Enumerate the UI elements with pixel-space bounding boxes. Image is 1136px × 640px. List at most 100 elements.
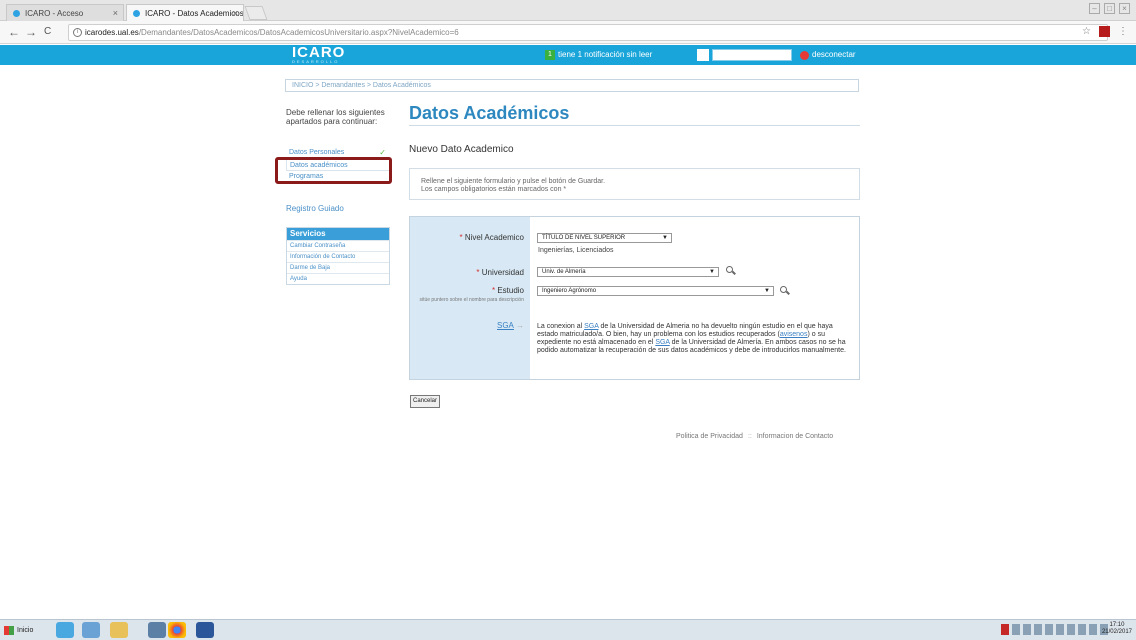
chevron-down-icon: ▼ (662, 235, 668, 241)
privacy-link[interactable]: Politica de Privacidad (676, 433, 743, 440)
tray-icon[interactable] (1045, 624, 1053, 635)
sga-inline-link[interactable]: SGA (655, 339, 669, 346)
site-header: ICARO DESARROLLO 1 tiene 1 notificación … (0, 45, 1136, 65)
tab-label: ICARO - Datos Academicos (145, 9, 244, 18)
toolbar-actions: ☆ ⋮ (1082, 26, 1128, 37)
windows-logo-icon (4, 626, 14, 635)
minimize-icon[interactable]: – (1089, 3, 1100, 14)
forward-icon[interactable]: → (25, 25, 37, 39)
estudio-hint: sitúe puntero sobre el nombre para descr… (419, 297, 524, 303)
user-name-box (697, 49, 792, 61)
section-subheading: Nuevo Dato Academico (409, 144, 514, 155)
estudio-value: Ingeniero Agrónomo (542, 288, 597, 294)
servicios-item-darme-de-baja[interactable]: Darme de Baja (287, 262, 389, 273)
url-path: /Demandantes/DatosAcademicos/DatosAcadem… (138, 28, 459, 37)
sga-inline-link[interactable]: SGA (584, 323, 598, 330)
chevron-down-icon: ▼ (709, 269, 715, 275)
extension-icon[interactable] (1099, 26, 1110, 37)
bookmark-star-icon[interactable]: ☆ (1082, 26, 1091, 37)
start-button[interactable]: Inicio (4, 623, 33, 638)
estudio-select[interactable]: Ingeniero Agrónomo ▼ (537, 286, 774, 296)
nivel-academico-select[interactable]: TÍTULO DE NIVEL SUPERIOR ▼ (537, 233, 672, 243)
os-taskbar: Inicio 17:10 21/02/2017 (0, 619, 1136, 640)
estudio-label: * Estudio (491, 286, 524, 295)
screen: ICARO - Acceso × ICARO - Datos Academico… (0, 0, 1136, 640)
nivel-academico-label: * Nivel Academico (459, 233, 525, 242)
instructions-box: Rellene el siguiente formulario y pulse … (409, 168, 860, 200)
site-logo[interactable]: ICARO (292, 45, 345, 60)
word-icon[interactable] (196, 622, 214, 638)
start-label: Inicio (17, 627, 34, 634)
chrome-icon[interactable] (168, 622, 186, 638)
tray-icon[interactable] (1001, 624, 1009, 635)
servicios-title: Servicios (287, 228, 389, 240)
servicios-item-ayuda[interactable]: Ayuda (287, 273, 389, 284)
page-title: Datos Académicos (409, 103, 570, 123)
logout-link[interactable]: desconectar (800, 48, 856, 62)
sga-message: La conexion al SGA de la Universidad de … (537, 323, 846, 354)
breadcrumb[interactable]: INICIO > Demandantes > Datos Académicos (285, 79, 859, 92)
notification-link[interactable]: 1 tiene 1 notificación sin leer (545, 48, 652, 62)
search-universidad-icon[interactable] (726, 266, 736, 276)
clock-time: 17:10 (1109, 622, 1125, 628)
instructions-line-1: Rellene el siguiente formulario y pulse … (421, 178, 606, 185)
reload-icon[interactable]: C (44, 26, 51, 37)
servicios-item-informacion-contacto[interactable]: Información de Contacto (287, 251, 389, 262)
browser-tabstrip: ICARO - Acceso × ICARO - Datos Academico… (0, 0, 1136, 21)
tray-icon[interactable] (1034, 624, 1042, 635)
tray-icon[interactable] (1067, 624, 1075, 635)
sga-link[interactable]: SGA (497, 321, 514, 330)
arrow-right-icon: → (516, 321, 524, 330)
sidebar-item-label: Datos Personales (289, 149, 345, 156)
tray-icon[interactable] (1089, 624, 1097, 635)
clock-date: 21/02/2017 (1101, 629, 1132, 635)
user-avatar (697, 49, 709, 61)
notification-count-badge: 1 (545, 50, 555, 60)
media-player-icon[interactable] (82, 622, 100, 638)
info-icon[interactable]: i (73, 28, 82, 37)
contact-info-link[interactable]: Informacion de Contacto (757, 433, 833, 440)
browser-tab-datos-academicos[interactable]: ICARO - Datos Academicos × (126, 4, 244, 21)
academic-form: * Nivel Academico TÍTULO DE NIVEL SUPERI… (409, 216, 860, 380)
file-explorer-icon[interactable] (110, 622, 128, 638)
favicon-icon (133, 10, 140, 17)
logout-label: desconectar (812, 50, 856, 59)
footer: Politica de Privacidad:: Informacion de C… (676, 433, 833, 440)
tray-icon[interactable] (1023, 624, 1031, 635)
taskbar-clock[interactable]: 17:10 21/02/2017 (1102, 622, 1132, 636)
maximize-icon[interactable]: □ (1104, 3, 1115, 14)
close-tab-icon[interactable]: × (113, 5, 118, 21)
servicios-panel: Servicios Cambiar Contraseña Información… (286, 227, 390, 285)
left-intro-text: Debe rellenar los siguientes apartados p… (286, 108, 385, 126)
universidad-select[interactable]: Univ. de Almería ▼ (537, 267, 719, 277)
browser-tab-acceso[interactable]: ICARO - Acceso × (6, 4, 124, 21)
instructions-line-2: Los campos obligatorios están marcados c… (421, 186, 567, 193)
app-icon[interactable] (148, 622, 166, 638)
registro-guiado-link[interactable]: Registro Guiado (286, 204, 344, 213)
system-tray (1001, 624, 1108, 635)
cancel-button[interactable]: Cancelar (410, 395, 440, 408)
tray-icon[interactable] (1056, 624, 1064, 635)
tray-icon[interactable] (1012, 624, 1020, 635)
title-divider (409, 125, 860, 126)
url-host: icarodes.ual.es (85, 28, 139, 37)
browser-toolbar: ← → C i icarodes.ual.es/Demandantes/Dato… (0, 21, 1136, 44)
footer-separator: :: (747, 433, 752, 440)
servicios-item-cambiar-contrasena[interactable]: Cambiar Contraseña (287, 240, 389, 251)
tray-icon[interactable] (1078, 624, 1086, 635)
internet-explorer-icon[interactable] (56, 622, 74, 638)
address-bar[interactable]: i icarodes.ual.es/Demandantes/DatosAcade… (68, 24, 1108, 41)
avisenos-link[interactable]: avisenos (780, 331, 808, 338)
search-estudio-icon[interactable] (780, 286, 790, 296)
logout-icon (800, 51, 809, 60)
nivel-academico-description: Ingenierías, Licenciados (538, 247, 614, 254)
close-tab-icon[interactable]: × (233, 5, 238, 21)
back-icon[interactable]: ← (8, 25, 20, 39)
highlight-annotation-box (275, 157, 392, 184)
universidad-label: * Universidad (476, 268, 524, 277)
menu-icon[interactable]: ⋮ (1118, 26, 1128, 37)
close-window-icon[interactable]: × (1119, 3, 1130, 14)
new-tab-button[interactable] (244, 6, 268, 20)
nivel-academico-value: TÍTULO DE NIVEL SUPERIOR (542, 235, 626, 241)
notification-text: tiene 1 notificación sin leer (558, 50, 653, 59)
